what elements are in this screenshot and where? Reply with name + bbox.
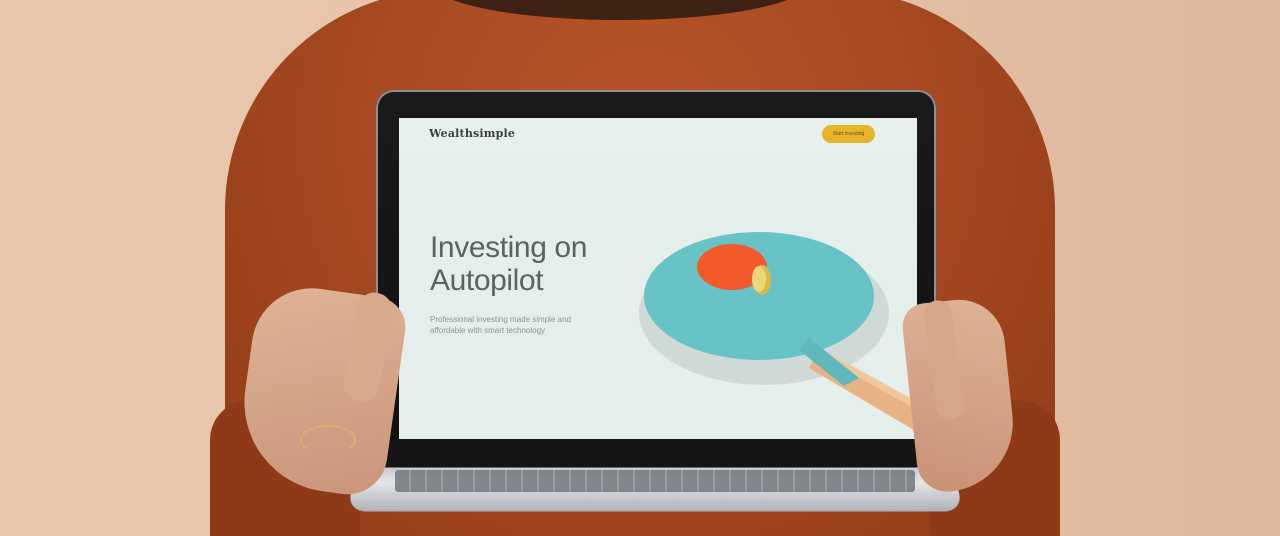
bracelet	[300, 425, 356, 455]
coin-face	[752, 266, 766, 292]
start-investing-button[interactable]: Start investing	[822, 125, 875, 143]
brand-logo[interactable]: Wealthsimple	[429, 127, 515, 140]
paddle-blade	[644, 232, 874, 360]
site-header: Wealthsimple Start investing	[399, 118, 917, 152]
laptop-bezel	[376, 440, 936, 470]
headline-line-1: Investing on	[430, 231, 660, 264]
photo-scene: Wealthsimple Start investing Investing o…	[0, 0, 1280, 536]
ping-pong-paddle-illustration	[629, 218, 917, 439]
laptop-keyboard	[395, 470, 915, 492]
hero-subtext: Professional investing made simple and a…	[430, 314, 600, 336]
headline-line-2: Autopilot	[430, 264, 660, 297]
laptop-screen: Wealthsimple Start investing Investing o…	[399, 118, 917, 439]
hero-headline: Investing on Autopilot	[430, 231, 660, 297]
